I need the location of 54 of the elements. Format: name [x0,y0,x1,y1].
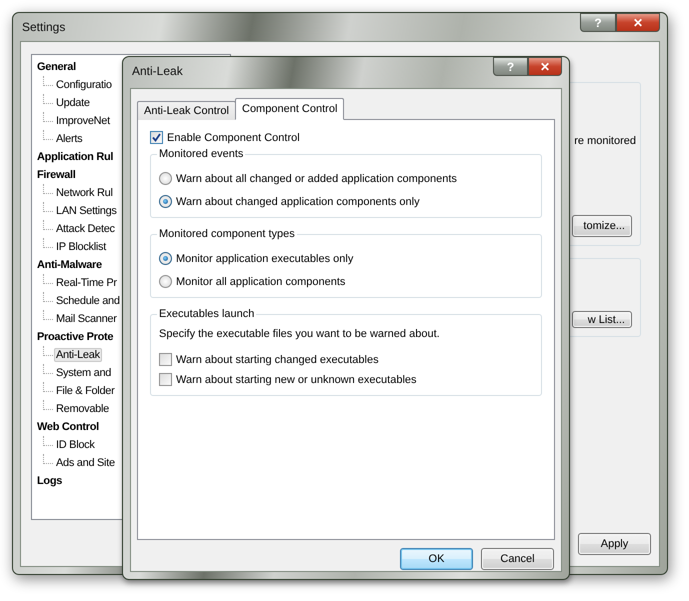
checkbox-label: Enable Component Control [167,132,300,144]
tree-item[interactable]: ID Block [54,438,97,452]
tab[interactable]: Component Control [235,98,344,120]
tree-item[interactable]: IP Blocklist [54,240,108,254]
tree-item[interactable]: ImproveNet [54,114,112,128]
apply-button[interactable]: Apply [578,533,651,555]
cancel-button[interactable]: Cancel [481,548,554,570]
tree-item[interactable]: Schedule and [54,294,122,308]
option-label: Warn about all changed or added application components [176,172,457,184]
tree-item[interactable]: LAN Settings [54,204,119,218]
tree-item[interactable]: Real-Time Pr [54,276,119,290]
window-title: Settings [22,20,66,34]
tree-category[interactable]: Proactive Prote [37,331,114,343]
ok-button[interactable]: OK [400,548,473,570]
close-button[interactable]: ✕ [616,13,660,32]
tree-category[interactable]: Logs [37,475,62,487]
tree-item[interactable]: Update [54,96,92,110]
tree-category[interactable]: Firewall [37,169,76,181]
checkbox[interactable] [150,131,163,144]
radio-button[interactable] [159,195,172,208]
close-button[interactable]: ✕ [528,57,562,76]
description-text: re monitored [574,135,636,147]
group-title: Monitored component types [157,228,297,240]
tree-category[interactable]: Application Rul [37,151,114,163]
option-label: Warn about changed application components only [176,196,420,208]
tree-item[interactable]: Anti-Leak [54,348,102,362]
tree-item[interactable]: Attack Detec [54,222,117,236]
option-label: Warn about starting new or unknown executables [176,374,417,386]
checkbox[interactable] [159,373,172,386]
radio-button[interactable] [159,252,172,265]
group-title: Monitored events [157,148,246,160]
action-button[interactable]: w List... [572,311,632,328]
tree-item[interactable]: Configuratio [54,78,114,92]
tab[interactable]: Anti-Leak Control [137,101,236,120]
tree-category[interactable]: Anti-Malware [37,259,102,271]
option-label: Monitor application executables only [176,252,354,264]
tree-item[interactable]: Network Rul [54,186,115,200]
action-button[interactable]: tomize... [572,215,632,237]
tree-category[interactable]: General [37,61,76,73]
tree-item[interactable]: System and [54,366,114,380]
tree-item[interactable]: Mail Scanner [54,312,119,326]
option-label: Monitor all application components [176,276,346,288]
tree-item[interactable]: Removable [54,402,111,416]
tree-item[interactable]: File & Folder [54,384,116,398]
option-label: Warn about starting changed executables [176,354,379,366]
tree-category[interactable]: Web Control [37,421,99,433]
radio-button[interactable] [159,172,172,185]
checkbox[interactable] [159,353,172,366]
tree-item[interactable]: Ads and Site [54,456,117,470]
group-title: Executables launch [157,308,256,320]
description-text: Specify the executable files you want to be warned about. [159,328,441,340]
tree-item[interactable]: Alerts [54,132,84,146]
dialog-title: Anti-Leak [132,64,183,78]
radio-button[interactable] [159,275,172,288]
